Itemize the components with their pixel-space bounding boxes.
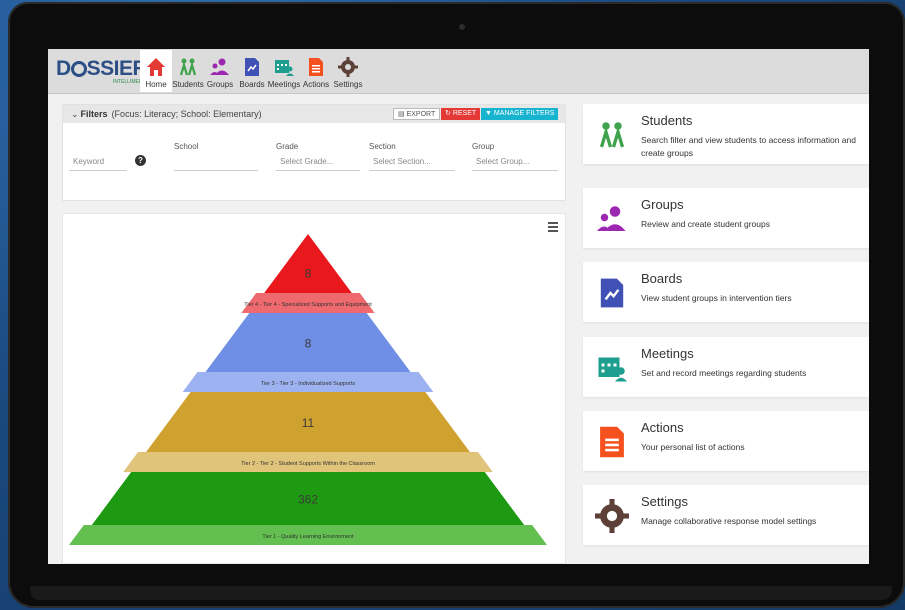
filters-focus: (Focus: Literacy; School: Elementary) xyxy=(111,109,262,119)
nav-boards-label: Boards xyxy=(239,80,265,89)
hamburger-menu-icon[interactable] xyxy=(548,222,558,234)
tier-name-label: Tier 4 - Tier 4 - Specialized Supports a… xyxy=(244,302,372,308)
grade-select[interactable]: Select Grade... xyxy=(276,157,360,171)
nav-actions[interactable]: Actions xyxy=(300,50,332,92)
chevron-down-icon: ⌄ xyxy=(71,108,79,119)
tier-segment[interactable] xyxy=(264,234,352,293)
card-groups-title: Groups xyxy=(641,197,684,212)
meetings-icon xyxy=(274,57,294,77)
logo-text: D SSIER xyxy=(56,57,148,80)
filters-header[interactable]: ⌄ Filters (Focus: Literacy; School: Elem… xyxy=(63,105,565,123)
nav-home[interactable]: Home xyxy=(140,50,172,92)
card-meetings[interactable]: Meetings Set and record meetings regardi… xyxy=(583,337,869,397)
top-navigation-bar: D SSIER INTELLIMEDIA Home Students Group… xyxy=(48,49,869,94)
settings-icon xyxy=(595,499,629,533)
tier-name-label: Tier 3 - Tier 3 - Individualized Support… xyxy=(261,381,356,387)
nav-meetings[interactable]: Meetings xyxy=(268,50,300,92)
nav-settings[interactable]: Settings xyxy=(332,50,364,92)
card-settings-title: Settings xyxy=(641,494,688,509)
card-groups[interactable]: Groups Review and create student groups xyxy=(583,188,869,248)
tier-value-label: 8 xyxy=(305,337,312,351)
tier-value-label: 8 xyxy=(305,267,312,281)
tier-pyramid-chart: 8 Tier 4 - Tier 4 - Specialized Supports … xyxy=(69,234,547,545)
keyword-input[interactable]: Keyword xyxy=(69,157,127,171)
group-select[interactable]: Select Group... xyxy=(472,157,558,171)
tier-name-label: Tier 2 - Tier 2 - Student Supports Withi… xyxy=(241,461,375,467)
card-actions-desc: Your personal list of actions xyxy=(641,442,745,452)
nav-meetings-label: Meetings xyxy=(267,80,301,89)
card-boards-title: Boards xyxy=(641,271,683,286)
card-actions-title: Actions xyxy=(641,420,684,435)
students-icon xyxy=(595,118,629,152)
school-select[interactable] xyxy=(174,157,258,171)
actions-icon xyxy=(595,425,629,459)
students-icon xyxy=(178,57,198,77)
main-nav: Home Students Groups Boards Meetings Act… xyxy=(140,50,364,92)
card-boards[interactable]: Boards View student groups in interventi… xyxy=(583,262,869,322)
card-meetings-title: Meetings xyxy=(641,346,694,361)
card-students[interactable]: Students Search filter and view students… xyxy=(583,104,869,164)
nav-students[interactable]: Students xyxy=(172,50,204,92)
nav-students-label: Students xyxy=(172,80,204,89)
nav-boards[interactable]: Boards xyxy=(236,50,268,92)
home-icon xyxy=(146,57,166,77)
section-label: Section xyxy=(369,142,396,151)
nav-actions-label: Actions xyxy=(302,80,330,89)
manage-filters-button[interactable]: ▼ MANAGE FILTERS xyxy=(481,108,559,120)
school-label: School xyxy=(174,142,199,151)
tier-name-label: Tier 1 - Quality Learning Environment xyxy=(262,534,354,540)
group-label: Group xyxy=(472,142,495,151)
export-icon: ▤ xyxy=(398,111,407,118)
reset-label: RESET xyxy=(452,110,477,117)
settings-icon xyxy=(338,57,358,77)
tier-value-label: 362 xyxy=(298,493,318,507)
help-icon[interactable]: ? xyxy=(135,155,146,166)
nav-groups[interactable]: Groups xyxy=(204,50,236,92)
actions-icon xyxy=(306,57,326,77)
reset-icon: ↻ xyxy=(445,110,453,117)
tier-value-label: 11 xyxy=(302,416,315,430)
export-button[interactable]: ▤ EXPORT xyxy=(393,108,441,120)
groups-icon xyxy=(595,202,629,236)
card-groups-desc: Review and create student groups xyxy=(641,219,770,229)
boards-icon xyxy=(595,276,629,310)
nav-home-label: Home xyxy=(145,80,167,89)
card-students-title: Students xyxy=(641,113,693,128)
card-settings[interactable]: Settings Manage collaborative response m… xyxy=(583,485,869,545)
filters-panel: ⌄ Filters (Focus: Literacy; School: Elem… xyxy=(62,104,566,201)
app-screen: D SSIER INTELLIMEDIA Home Students Group… xyxy=(48,49,869,564)
reset-button[interactable]: ↻ RESET xyxy=(441,108,481,120)
card-settings-desc: Manage collaborative response model sett… xyxy=(641,516,817,526)
export-label: EXPORT xyxy=(406,111,436,118)
card-meetings-desc: Set and record meetings regarding studen… xyxy=(641,368,807,378)
nav-groups-label: Groups xyxy=(206,80,234,89)
nav-settings-label: Settings xyxy=(333,80,363,89)
card-actions[interactable]: Actions Your personal list of actions xyxy=(583,411,869,471)
webcam xyxy=(459,24,465,30)
tier-pyramid-card: 8 Tier 4 - Tier 4 - Specialized Supports … xyxy=(62,213,566,564)
filters-title: Filters xyxy=(80,109,108,119)
groups-icon xyxy=(210,57,230,77)
card-students-desc: Search filter and view students to acces… xyxy=(641,135,856,158)
card-boards-desc: View student groups in intervention tier… xyxy=(641,293,792,303)
dossier-logo[interactable]: D SSIER INTELLIMEDIA xyxy=(56,57,148,85)
filter-icon: ▼ xyxy=(485,110,494,117)
manage-filters-label: MANAGE FILTERS xyxy=(493,110,555,117)
section-select[interactable]: Select Section... xyxy=(369,157,455,171)
meetings-icon xyxy=(595,351,629,385)
boards-icon xyxy=(242,57,262,77)
laptop-bezel-bottom xyxy=(30,586,892,600)
grade-label: Grade xyxy=(276,142,299,151)
